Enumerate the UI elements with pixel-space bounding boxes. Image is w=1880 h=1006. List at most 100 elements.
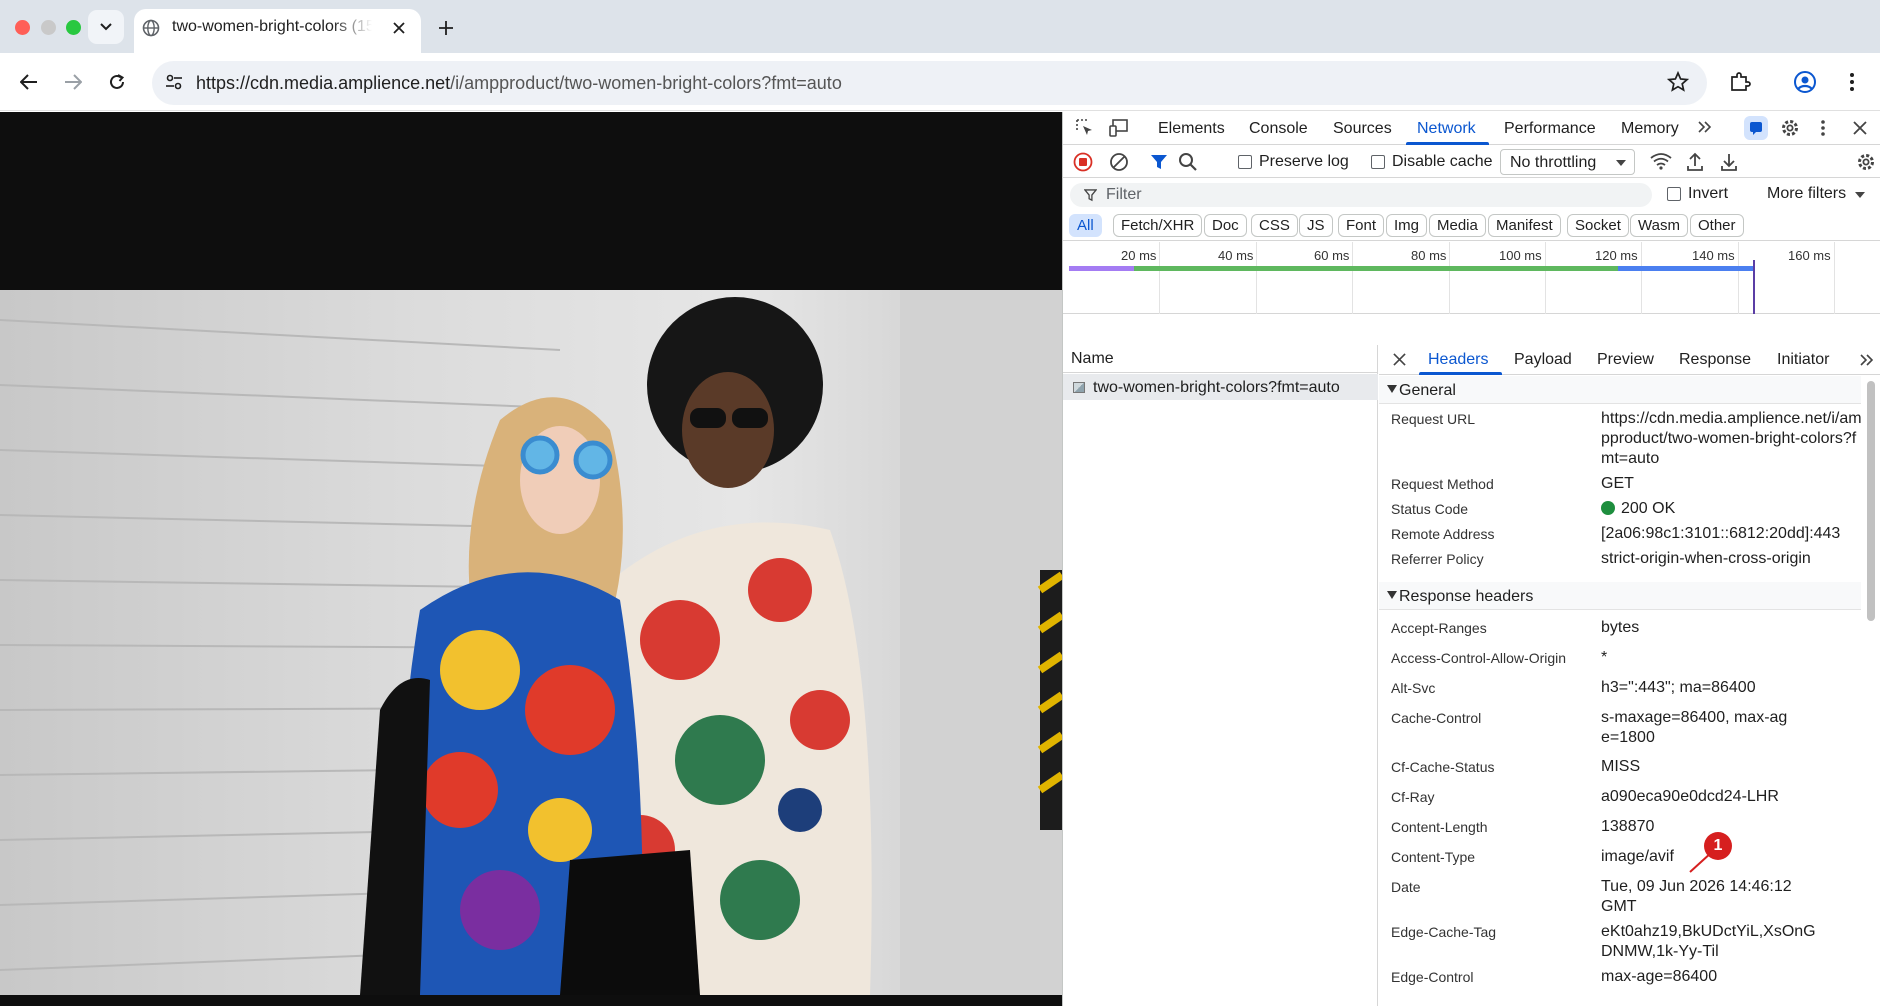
export-har-icon[interactable] (1720, 152, 1738, 172)
type-filter-all[interactable]: All (1069, 214, 1102, 237)
header-key: Content-Type (1391, 849, 1476, 865)
header-value-status: 200 OK (1601, 499, 1863, 519)
status-ok-icon (1601, 501, 1615, 515)
more-filters-button[interactable]: More filters (1767, 185, 1846, 203)
invert-checkbox[interactable] (1667, 187, 1681, 201)
name-column-header[interactable]: Name (1063, 345, 1378, 373)
address-bar[interactable]: https://cdn.media.amplience.net/i/amppro… (152, 61, 1707, 105)
image-file-icon (1073, 382, 1085, 393)
network-toolbar: Preserve log Disable cache No throttling (1063, 145, 1880, 178)
inspect-element-icon[interactable] (1075, 118, 1095, 138)
photo-two-women (0, 290, 1062, 995)
new-tab-button[interactable] (432, 14, 460, 42)
profile-button[interactable] (1790, 67, 1820, 97)
header-key: Date (1391, 879, 1421, 895)
type-filter-doc[interactable]: Doc (1204, 214, 1247, 237)
response-headers-section-header[interactable]: Response headers (1379, 582, 1861, 610)
tab-search-button[interactable] (88, 10, 124, 44)
more-tabs-icon[interactable] (1697, 120, 1713, 134)
close-window-button[interactable] (15, 20, 30, 35)
network-settings-gear-icon[interactable] (1856, 152, 1876, 172)
tab-network[interactable]: Network (1417, 120, 1476, 138)
name-column-label: Name (1071, 350, 1114, 367)
gear-icon[interactable] (1780, 118, 1800, 138)
details-tabbar: Headers Payload Preview Response Initiat… (1379, 345, 1880, 375)
type-filter-fetch-xhr[interactable]: Fetch/XHR (1113, 214, 1203, 237)
header-key: Cache-Control (1391, 710, 1482, 726)
tab-sources[interactable]: Sources (1333, 120, 1392, 138)
more-detail-tabs-icon[interactable] (1859, 353, 1875, 367)
throttling-select[interactable]: No throttling (1500, 149, 1635, 175)
tab-strip: two-women-bright-colors (1500×1000) (0, 0, 1880, 53)
import-har-icon[interactable] (1686, 152, 1704, 172)
header-value-content-type: image/avif (1601, 848, 1674, 865)
type-filter-font[interactable]: Font (1338, 214, 1385, 237)
timeline-tick-label: 140 ms (1692, 248, 1735, 263)
url-path: /i/ampproduct/two-women-bright-colors?fm… (450, 73, 842, 93)
forward-button[interactable] (58, 67, 88, 97)
filter-row: Filter Invert More filters (1063, 178, 1880, 211)
timeline-gridline (1641, 242, 1642, 314)
filter-icon[interactable] (1150, 153, 1168, 171)
reload-button[interactable] (102, 67, 132, 97)
network-conditions-icon[interactable] (1650, 152, 1672, 170)
more-vertical-icon[interactable] (1820, 119, 1826, 137)
tab-close-icon[interactable] (388, 17, 410, 39)
type-filter-wasm[interactable]: Wasm (1630, 214, 1688, 237)
timeline-gridline (1159, 242, 1160, 314)
tab-payload[interactable]: Payload (1514, 351, 1572, 369)
header-value: eKt0ahz19,BkUDctYiL,XsOnG DNMW,1k-Yy-Til (1601, 923, 1816, 960)
request-row[interactable]: two-women-bright-colors?fmt=auto (1063, 374, 1378, 400)
tab-preview[interactable]: Preview (1597, 351, 1654, 369)
type-filter-media[interactable]: Media (1429, 214, 1486, 237)
type-filter-css[interactable]: CSS (1251, 214, 1298, 237)
header-key: Referrer Policy (1391, 551, 1484, 567)
type-filter-other[interactable]: Other (1690, 214, 1744, 237)
close-details-icon[interactable] (1393, 353, 1406, 366)
active-detail-tab-indicator (1419, 372, 1502, 375)
tab-headers[interactable]: Headers (1428, 351, 1488, 369)
back-button[interactable] (14, 67, 44, 97)
header-value: s-maxage=86400, max-age=1800 (1601, 709, 1788, 746)
details-scrollbar[interactable] (1867, 381, 1875, 621)
type-filter-manifest[interactable]: Manifest (1488, 214, 1561, 237)
disable-cache-checkbox[interactable] (1371, 155, 1385, 169)
tab-memory[interactable]: Memory (1621, 120, 1679, 138)
clear-icon[interactable] (1109, 152, 1129, 172)
preserve-log-checkbox[interactable] (1238, 155, 1252, 169)
extensions-button[interactable] (1725, 67, 1755, 97)
preserve-log-label: Preserve log (1259, 153, 1349, 170)
bookmark-star-icon[interactable] (1667, 71, 1689, 93)
device-toolbar-icon[interactable] (1109, 118, 1131, 138)
url-text[interactable]: https://cdn.media.amplience.net/i/amppro… (196, 73, 842, 94)
tab-initiator[interactable]: Initiator (1777, 351, 1829, 369)
request-details: Headers Payload Preview Response Initiat… (1379, 345, 1880, 1006)
more-vertical-icon (1850, 73, 1854, 91)
record-stop-icon[interactable] (1073, 152, 1093, 172)
issues-icon[interactable] (1744, 116, 1768, 140)
type-filter-img[interactable]: Img (1386, 214, 1428, 237)
expand-triangle-icon (1387, 591, 1397, 599)
network-overview-timeline[interactable]: 20 ms 40 ms 60 ms 80 ms 100 ms 120 ms 14… (1063, 242, 1880, 314)
tab-response[interactable]: Response (1679, 351, 1751, 369)
timeline-gridline (1352, 242, 1353, 314)
filter-input[interactable]: Filter (1070, 183, 1652, 207)
tab-console[interactable]: Console (1249, 120, 1308, 138)
site-settings-icon[interactable] (164, 72, 184, 92)
general-section-header[interactable]: General (1379, 376, 1861, 404)
type-filter-js[interactable]: JS (1299, 214, 1333, 237)
type-filter-socket[interactable]: Socket (1567, 214, 1629, 237)
browser-menu-button[interactable] (1837, 67, 1867, 97)
tab-performance[interactable]: Performance (1504, 120, 1596, 138)
timeline-tick-label: 80 ms (1411, 248, 1447, 263)
puzzle-icon (1731, 72, 1751, 91)
timeline-tick-label: 40 ms (1218, 248, 1254, 263)
search-icon[interactable] (1178, 152, 1198, 172)
browser-toolbar: https://cdn.media.amplience.net/i/amppro… (0, 53, 1880, 111)
header-key: Edge-Cache-Tag (1391, 924, 1497, 940)
maximize-window-button[interactable] (66, 20, 81, 35)
minimize-window-button[interactable] (41, 20, 56, 35)
tab-elements[interactable]: Elements (1158, 120, 1225, 138)
timeline-load-marker (1753, 260, 1755, 314)
close-devtools-icon[interactable] (1853, 121, 1867, 135)
